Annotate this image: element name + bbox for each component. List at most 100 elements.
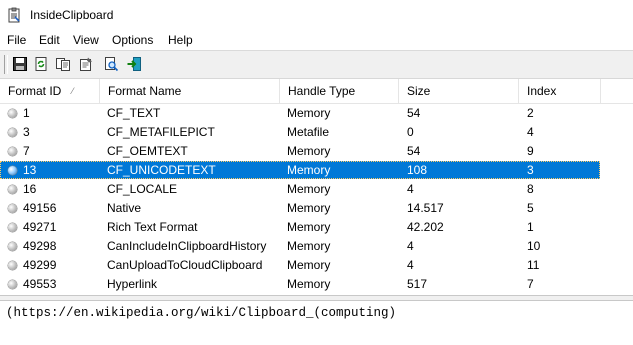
cell-size: 0 <box>407 125 414 139</box>
cell-handle-type: Memory <box>287 220 331 234</box>
cell-size: 14.517 <box>407 201 444 215</box>
properties-icon <box>80 57 92 71</box>
window-title: InsideClipboard <box>30 8 114 22</box>
cell-format-name: CF_UNICODETEXT <box>107 163 216 177</box>
row-bullet-icon <box>8 147 17 156</box>
cell-format-id: 49553 <box>23 277 57 291</box>
column-header-size[interactable]: Size <box>399 79 519 103</box>
menu-edit[interactable]: Edit <box>38 32 61 48</box>
cell-format-id: 49299 <box>23 258 57 272</box>
cell-format-name: CanUploadToCloudClipboard <box>107 258 263 272</box>
cell-index: 2 <box>527 106 534 120</box>
cell-size: 108 <box>407 163 428 177</box>
title-bar: InsideClipboard <box>0 0 633 30</box>
row-bullet-icon <box>8 109 17 118</box>
cell-index: 7 <box>527 277 534 291</box>
row-bullet-icon <box>8 166 17 175</box>
cell-format-name: CanIncludeInClipboardHistory <box>107 239 267 253</box>
row-bullet-icon <box>8 223 17 232</box>
cell-handle-type: Memory <box>287 201 331 215</box>
cell-format-id: 49271 <box>23 220 57 234</box>
copy-icon <box>56 58 70 71</box>
cell-handle-type: Memory <box>287 258 331 272</box>
cell-handle-type: Metafile <box>287 125 330 139</box>
cell-format-name: Hyperlink <box>107 277 158 291</box>
save-icon <box>13 57 27 71</box>
cell-format-id: 3 <box>23 125 30 139</box>
column-header-index[interactable]: Index <box>519 79 601 103</box>
column-header-format-id[interactable]: Format ID ⁄ <box>0 79 100 103</box>
cell-index: 10 <box>527 239 541 253</box>
save-button[interactable] <box>10 54 30 74</box>
cell-format-id: 13 <box>23 163 37 177</box>
cell-handle-type: Memory <box>287 239 331 253</box>
cell-format-name: CF_OEMTEXT <box>107 144 188 158</box>
exit-icon <box>127 57 141 71</box>
column-header-label: Format ID <box>8 84 62 98</box>
cell-format-name: CF_TEXT <box>107 106 161 120</box>
row-bullet-icon <box>8 185 17 194</box>
table-row[interactable]: 49156 Native Memory 14.517 5 <box>0 199 633 218</box>
cell-handle-type: Memory <box>287 163 331 177</box>
list-header: Format ID ⁄ Format Name Handle Type Size… <box>0 79 633 104</box>
menu-file[interactable]: File <box>6 32 27 48</box>
row-bullet-icon <box>8 204 17 213</box>
column-header-format-name[interactable]: Format Name <box>100 79 280 103</box>
app-icon <box>6 7 22 23</box>
cell-handle-type: Memory <box>287 277 331 291</box>
cell-format-name: Rich Text Format <box>107 220 198 234</box>
table-row[interactable]: 16 CF_LOCALE Memory 4 8 <box>0 180 633 199</box>
cell-index: 9 <box>527 144 534 158</box>
cell-size: 42.202 <box>407 220 444 234</box>
table-row[interactable]: 49298 CanIncludeInClipboardHistory Memor… <box>0 237 633 256</box>
cell-format-id: 1 <box>23 106 30 120</box>
row-bullet-icon <box>8 128 17 137</box>
cell-size: 4 <box>407 182 414 196</box>
toolbar-grip <box>4 55 8 74</box>
cell-size: 517 <box>407 277 428 291</box>
cell-index: 1 <box>527 220 534 234</box>
table-row[interactable]: 3 CF_METAFILEPICT Metafile 0 4 <box>0 123 633 142</box>
cell-size: 4 <box>407 239 414 253</box>
table-row[interactable]: 49553 Hyperlink Memory 517 7 <box>0 275 633 294</box>
clipboard-format-list[interactable]: Format ID ⁄ Format Name Handle Type Size… <box>0 79 633 295</box>
column-header-handle-type[interactable]: Handle Type <box>280 79 399 103</box>
content-preview-pane[interactable]: (https://en.wikipedia.org/wiki/Clipboard… <box>0 301 633 345</box>
row-bullet-icon <box>8 242 17 251</box>
cell-format-id: 49298 <box>23 239 57 253</box>
cell-index: 11 <box>527 258 540 272</box>
cell-format-name: CF_METAFILEPICT <box>107 125 215 139</box>
toolbar <box>0 51 633 78</box>
table-row[interactable]: 49271 Rich Text Format Memory 42.202 1 <box>0 218 633 237</box>
table-row[interactable]: 49299 CanUploadToCloudClipboard Memory 4… <box>0 256 633 275</box>
cell-format-id: 16 <box>23 182 37 196</box>
find-icon <box>105 57 119 72</box>
cell-format-id: 7 <box>23 144 30 158</box>
menu-help[interactable]: Help <box>167 32 194 48</box>
cell-index: 3 <box>527 163 534 177</box>
refresh-icon <box>35 57 47 71</box>
row-bullet-icon <box>8 280 17 289</box>
find-button[interactable] <box>101 54 121 74</box>
cell-index: 5 <box>527 201 534 215</box>
cell-handle-type: Memory <box>287 106 331 120</box>
cell-size: 54 <box>407 106 421 120</box>
properties-button[interactable] <box>76 54 96 74</box>
table-row-selected[interactable]: 13 CF_UNICODETEXT Memory 108 3 <box>0 161 633 180</box>
table-row[interactable]: 7 CF_OEMTEXT Memory 54 9 <box>0 142 633 161</box>
cell-size: 4 <box>407 258 414 272</box>
cell-index: 4 <box>527 125 534 139</box>
menu-options[interactable]: Options <box>111 32 154 48</box>
cell-size: 54 <box>407 144 421 158</box>
cell-handle-type: Memory <box>287 144 331 158</box>
copy-button[interactable] <box>53 54 73 74</box>
cell-handle-type: Memory <box>287 182 331 196</box>
cell-index: 8 <box>527 182 534 196</box>
cell-format-name: CF_LOCALE <box>107 182 178 196</box>
menu-view[interactable]: View <box>72 32 100 48</box>
cell-format-id: 49156 <box>23 201 57 215</box>
table-row[interactable]: 1 CF_TEXT Memory 54 2 <box>0 104 633 123</box>
refresh-button[interactable] <box>31 54 51 74</box>
cell-format-name: Native <box>107 201 142 215</box>
exit-button[interactable] <box>124 54 144 74</box>
